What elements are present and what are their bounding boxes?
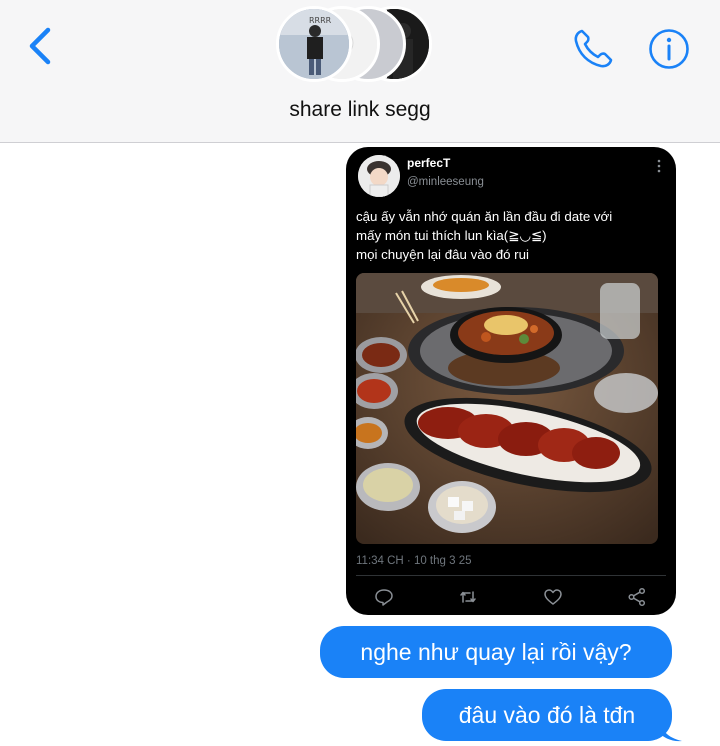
like-icon[interactable]: [543, 587, 563, 607]
info-icon[interactable]: [648, 28, 690, 70]
tweet-text-line: mấy món tui thích lun kìa(≧◡≦): [356, 228, 547, 243]
share-icon[interactable]: [627, 587, 647, 607]
tweet-text-line: cậu ấy vẫn nhớ quán ăn lần đầu đi date v…: [356, 209, 613, 224]
tweet-handle: @minleeseung: [407, 176, 484, 188]
tweet-text: cậu ấy vẫn nhớ quán ăn lần đầu đi date v…: [356, 207, 671, 264]
sent-message-bubble[interactable]: đâu vào đó là tđn: [422, 689, 672, 741]
group-name[interactable]: share link segg: [0, 98, 720, 122]
more-icon: [657, 159, 661, 173]
tweet-screenshot-attachment[interactable]: perfecT @minleeseung cậu ấy vẫn nhớ quán…: [346, 147, 676, 615]
bubble-tail: [658, 716, 682, 742]
divider: [356, 575, 666, 576]
avatar: RRRR: [276, 6, 352, 82]
svg-text:RRRR: RRRR: [309, 16, 332, 25]
sent-message-bubble[interactable]: nghe như quay lại rồi vậy?: [320, 626, 672, 678]
back-chevron-icon[interactable]: [22, 24, 62, 68]
conversation-header: RRRR share link segg: [0, 0, 720, 143]
tweet-author-avatar: [358, 155, 400, 197]
group-avatar-stack[interactable]: RRRR: [276, 6, 446, 86]
tweet-food-photo: [356, 273, 658, 544]
retweet-icon[interactable]: [458, 587, 478, 607]
phone-icon[interactable]: [570, 26, 616, 72]
reply-icon[interactable]: [374, 587, 394, 607]
tweet-text-line: mọi chuyện lại đâu vào đó rui: [356, 247, 529, 262]
tweet-display-name: perfecT: [407, 156, 451, 170]
tweet-timestamp: 11:34 CH · 10 thg 3 25: [356, 555, 472, 567]
